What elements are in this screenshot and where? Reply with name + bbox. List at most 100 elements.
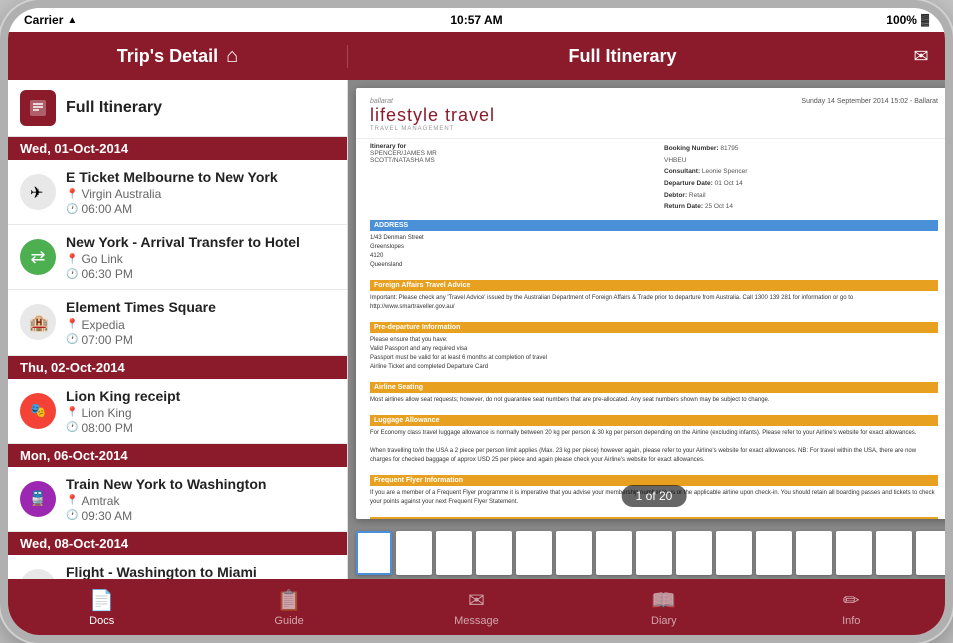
debtor-value: Retail xyxy=(689,192,706,199)
logo-top: ballarat xyxy=(370,98,495,105)
header-center: Full Itinerary xyxy=(348,46,897,67)
clock-icon: 🕐 xyxy=(66,334,78,345)
full-itinerary-title: Full Itinerary xyxy=(568,46,676,67)
list-item[interactable]: ✈ E Ticket Melbourne to New York 📍 Virgi… xyxy=(8,160,347,225)
thumbnail-page-8[interactable] xyxy=(636,531,672,575)
list-item[interactable]: 🎭 Lion King receipt 📍 Lion King 🕐 08:00 … xyxy=(8,379,347,444)
luggage-header: Luggage Allowance xyxy=(370,415,938,426)
consultant-label: Consultant: xyxy=(664,168,700,175)
page-indicator: 1 of 20 xyxy=(622,485,687,507)
booking-label: Booking Number: xyxy=(664,145,719,152)
date-oct2-label: Thu, 02-Oct-2014 xyxy=(20,360,125,375)
thumbnail-page-5[interactable] xyxy=(516,531,552,575)
bottom-nav: 📄 Docs 📋 Guide ✉ Message 📖 Diary ✏ Info xyxy=(8,579,945,635)
thumbnail-page-11[interactable] xyxy=(756,531,792,575)
message-icon: ✉ xyxy=(468,588,485,613)
nav-guide[interactable]: 📋 Guide xyxy=(259,588,319,627)
location-icon: 📍 xyxy=(66,407,78,418)
thumbnail-page-4[interactable] xyxy=(476,531,512,575)
trips-detail-title: Trip's Detail xyxy=(117,46,218,67)
header-left: Trip's Detail ⌂ xyxy=(8,45,348,68)
dep-date-value: 01 Oct 14 xyxy=(715,180,743,187)
nav-info[interactable]: ✏ Info xyxy=(821,588,881,627)
doc-logo: ballarat lifestyle travel TRAVEL MANAGEM… xyxy=(370,98,495,132)
nav-guide-label: Guide xyxy=(274,615,303,627)
nav-docs[interactable]: 📄 Docs xyxy=(72,588,132,627)
airline-seating-section: Airline Seating Most airlines allow seat… xyxy=(356,379,945,408)
svg-text:🏨: 🏨 xyxy=(29,314,49,332)
status-carrier: Carrier ▲ xyxy=(24,13,77,27)
thumbnail-page-14[interactable] xyxy=(876,531,912,575)
list-item[interactable]: ✈ Flight - Washington to Miami 📍 America… xyxy=(8,555,347,579)
item-title: Element Times Square xyxy=(66,298,335,316)
header-right[interactable]: ✉ xyxy=(897,46,945,67)
airline-seating-text: Most airlines allow seat requests; howev… xyxy=(370,396,938,405)
item-text: Lion King receipt 📍 Lion King 🕐 08:00 PM xyxy=(66,387,335,435)
mail-icon[interactable]: ✉ xyxy=(913,46,928,67)
dom-terminal-section: Dom Int'l terminal Brisbane Please check… xyxy=(356,514,945,519)
nav-message[interactable]: ✉ Message xyxy=(446,588,506,627)
volume-down-button[interactable] xyxy=(0,322,3,362)
app-header: Trip's Detail ⌂ Full Itinerary ✉ xyxy=(8,32,945,80)
thumbnail-page-12[interactable] xyxy=(796,531,832,575)
item-time: 🕐 08:00 PM xyxy=(66,421,335,435)
clock-icon: 🕐 xyxy=(66,422,78,433)
consultant-value: Leonie Spencer xyxy=(702,168,748,175)
full-itinerary-row[interactable]: Full Itinerary xyxy=(8,80,347,137)
nav-message-label: Message xyxy=(454,615,499,627)
thumbnail-page-13[interactable] xyxy=(836,531,872,575)
list-item[interactable]: ⇄ New York - Arrival Transfer to Hotel 📍… xyxy=(8,225,347,290)
thumbnail-page-10[interactable] xyxy=(716,531,752,575)
doc-date: Sunday 14 September 2014 15:02 - Ballara… xyxy=(801,98,938,105)
date-oct8-label: Wed, 08-Oct-2014 xyxy=(20,536,128,551)
thumbnail-page-3[interactable] xyxy=(436,531,472,575)
date-separator-oct6: Mon, 06-Oct-2014 xyxy=(8,444,347,467)
logo-main: lifestyle travel xyxy=(370,105,495,126)
carrier-text: Carrier xyxy=(24,13,63,27)
doc-info-row: Itinerary for SPENCER/JAMES MR SCOTT/NAT… xyxy=(356,139,945,217)
home-icon[interactable]: ⌂ xyxy=(226,45,238,68)
nav-diary[interactable]: 📖 Diary xyxy=(634,588,694,627)
item-title: Train New York to Washington xyxy=(66,475,335,493)
thumbnail-page-7[interactable] xyxy=(596,531,632,575)
svg-text:✈: ✈ xyxy=(30,185,43,202)
booking-value: 81795 xyxy=(720,145,738,152)
clock-icon: 🕐 xyxy=(66,510,78,521)
item-title: Lion King receipt xyxy=(66,387,335,405)
doc-header-area: ballarat lifestyle travel TRAVEL MANAGEM… xyxy=(356,88,945,139)
thumbnail-page-9[interactable] xyxy=(676,531,712,575)
thumbnail-page-1[interactable] xyxy=(356,531,392,575)
info-icon: ✏ xyxy=(843,588,860,613)
item-provider: 📍 Go Link xyxy=(66,252,335,266)
item-text: Flight - Washington to Miami 📍 American … xyxy=(66,563,335,579)
clock-icon: 🕐 xyxy=(66,269,78,280)
list-item[interactable]: 🚆 Train New York to Washington 📍 Amtrak … xyxy=(8,467,347,532)
consultant-row: Consultant: Leonie Spencer xyxy=(664,166,938,178)
train-icon: 🚆 xyxy=(20,481,56,517)
plane-icon: ✈ xyxy=(20,174,56,210)
status-time: 10:57 AM xyxy=(450,13,502,27)
device-frame: Carrier ▲ 10:57 AM 100% ▓ Trip's Detail … xyxy=(0,0,953,643)
logo-tagline: TRAVEL MANAGEMENT xyxy=(370,126,495,132)
location-icon: 📍 xyxy=(66,189,78,200)
thumbnail-page-2[interactable] xyxy=(396,531,432,575)
power-button[interactable] xyxy=(949,297,953,347)
thumbnail-page-15[interactable] xyxy=(916,531,945,575)
volume-up-button[interactable] xyxy=(0,246,3,286)
doc-thumbnails[interactable] xyxy=(348,527,945,579)
item-provider: 📍 Virgin Australia xyxy=(66,187,335,201)
thumbnail-page-6[interactable] xyxy=(556,531,592,575)
return-date-row: Return Date: 25 Oct 14 xyxy=(664,201,938,213)
item-time: 🕐 09:30 AM xyxy=(66,509,335,523)
predep-text: Please ensure that you have: Valid Passp… xyxy=(370,336,938,372)
silent-button[interactable] xyxy=(0,165,3,195)
list-item[interactable]: 🏨 Element Times Square 📍 Expedia 🕐 07:00… xyxy=(8,290,347,355)
return-date-label: Return Date: xyxy=(664,203,703,210)
address-header: ADDRESS xyxy=(370,220,938,231)
item-text: E Ticket Melbourne to New York 📍 Virgin … xyxy=(66,168,335,216)
guide-icon: 📋 xyxy=(277,588,302,613)
item-text: New York - Arrival Transfer to Hotel 📍 G… xyxy=(66,233,335,281)
predep-header: Pre-departure Information xyxy=(370,322,938,333)
debtor-row: Debtor: Retail xyxy=(664,190,938,202)
diary-icon: 📖 xyxy=(651,588,676,613)
